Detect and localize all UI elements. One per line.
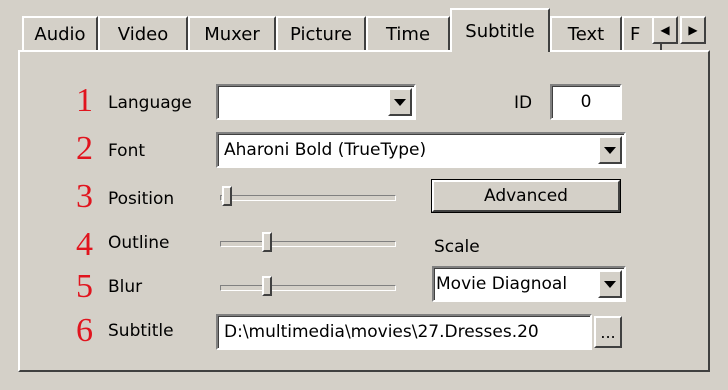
row-number-1: 1 — [76, 82, 93, 119]
scale-dropdown-button[interactable] — [598, 270, 622, 298]
tab-subtitle[interactable]: Subtitle — [450, 8, 550, 52]
outline-label: Outline — [108, 233, 170, 253]
scale-dropdown[interactable]: Movie Diagnoal — [432, 266, 626, 302]
id-label: ID — [514, 93, 533, 113]
font-label: Font — [108, 141, 146, 161]
row-number-4: 4 — [76, 226, 93, 263]
subtitle-panel: 1 Language 2 Font 3 Position 4 Outline 5… — [18, 50, 710, 372]
tab-scroll-buttons: ◀ ▶ — [652, 12, 712, 46]
advanced-button[interactable]: Advanced — [431, 179, 621, 213]
row-number-3: 3 — [76, 178, 93, 215]
outline-slider-thumb[interactable] — [262, 232, 272, 252]
blur-slider-thumb[interactable] — [262, 276, 272, 296]
tab-label: Muxer — [204, 23, 260, 45]
language-dropdown-button[interactable] — [388, 88, 412, 116]
triangle-left-icon: ◀ — [660, 23, 670, 37]
tab-label: Video — [117, 23, 169, 45]
font-dropdown[interactable]: Aharoni Bold (TrueType) — [216, 132, 626, 168]
scale-label: Scale — [434, 237, 480, 257]
language-dropdown[interactable] — [216, 84, 416, 120]
tab-label: Time — [385, 23, 431, 45]
subtitle-path-input[interactable]: D:\multimedia\movies\27.Dresses.20 — [216, 314, 592, 350]
position-slider-track — [220, 195, 396, 201]
tab-time[interactable]: Time — [366, 16, 450, 50]
subtitle-path-value: D:\multimedia\movies\27.Dresses.20 — [224, 322, 539, 342]
row-number-2: 2 — [76, 130, 93, 167]
subtitle-label: Subtitle — [108, 321, 174, 341]
font-value: Aharoni Bold (TrueType) — [224, 140, 427, 160]
id-input[interactable]: 0 — [550, 84, 622, 120]
position-slider-thumb[interactable] — [222, 186, 232, 206]
tab-label: F — [630, 23, 641, 45]
tab-video[interactable]: Video — [98, 16, 188, 50]
window: Audio Video Muxer Picture Time Subtitle … — [0, 0, 728, 390]
triangle-right-icon: ▶ — [688, 23, 698, 37]
tab-label: Picture — [290, 23, 352, 45]
outline-slider-track — [220, 241, 396, 247]
row-number-6: 6 — [76, 312, 93, 349]
triangle-down-icon — [604, 146, 616, 154]
tab-text[interactable]: Text — [550, 16, 622, 50]
position-label: Position — [108, 189, 175, 209]
blur-slider-track — [220, 285, 396, 291]
language-label: Language — [108, 93, 192, 113]
tab-label: Audio — [34, 23, 86, 45]
scroll-right-button[interactable]: ▶ — [680, 16, 706, 44]
triangle-down-icon — [394, 98, 406, 106]
tab-label: Text — [567, 23, 605, 45]
row-number-5: 5 — [76, 268, 93, 305]
scroll-left-button[interactable]: ◀ — [652, 16, 678, 44]
triangle-down-icon — [604, 280, 616, 288]
tab-audio[interactable]: Audio — [22, 16, 98, 50]
blur-label: Blur — [108, 277, 143, 297]
tab-label: Subtitle — [465, 20, 535, 42]
id-value: 0 — [580, 92, 592, 112]
tab-picture[interactable]: Picture — [276, 16, 366, 50]
scale-value: Movie Diagnoal — [436, 274, 568, 294]
font-dropdown-button[interactable] — [598, 136, 622, 164]
browse-button[interactable]: ... — [594, 316, 622, 348]
tab-muxer[interactable]: Muxer — [188, 16, 276, 50]
